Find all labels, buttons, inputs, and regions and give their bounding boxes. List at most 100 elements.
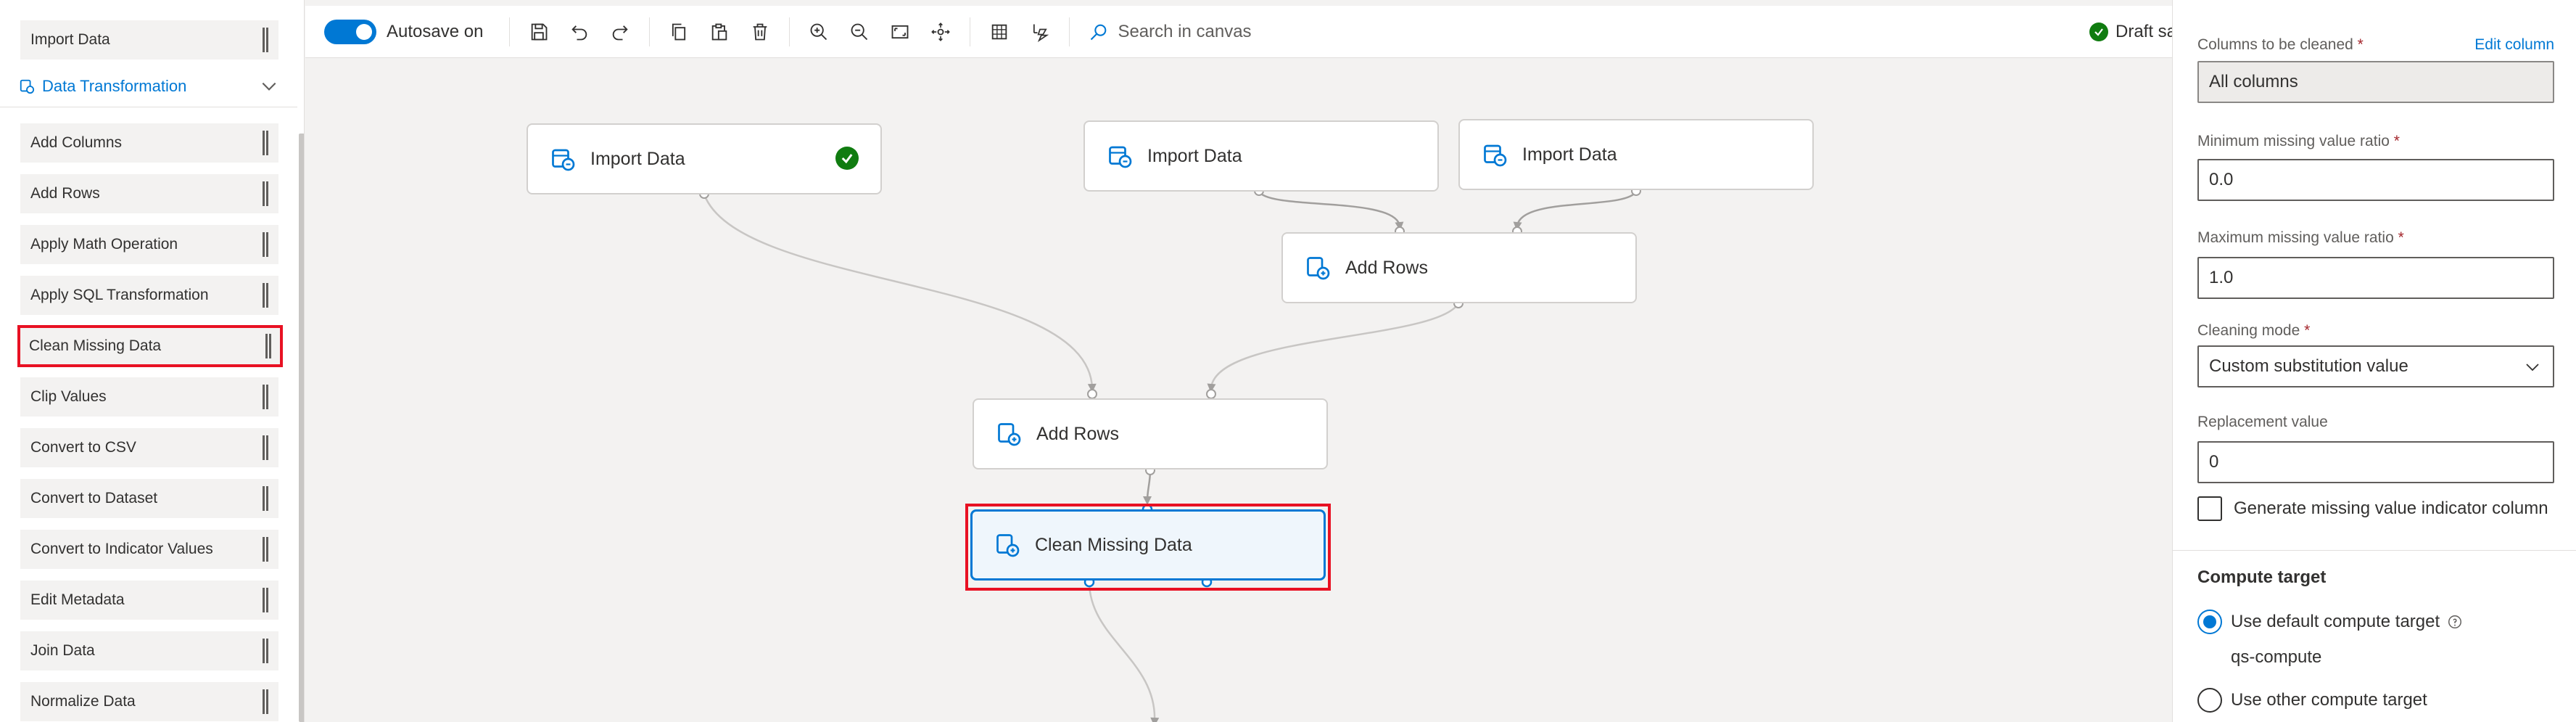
category-data-transformation[interactable]: Data Transformation xyxy=(0,65,297,107)
node-import-data-2[interactable]: Import Data xyxy=(1083,120,1439,192)
search-icon xyxy=(1091,24,1107,40)
drag-handle-icon[interactable] xyxy=(263,181,268,206)
dataset-module-icon xyxy=(1307,257,1330,280)
palette-item-convert-to-csv[interactable]: Convert to CSV xyxy=(20,428,278,467)
drag-handle-icon[interactable] xyxy=(263,28,268,52)
draft-status: Draft sa xyxy=(2089,6,2176,58)
drag-handle-icon[interactable] xyxy=(263,588,268,612)
node-label: Import Data xyxy=(1522,144,1617,165)
delete-button[interactable] xyxy=(746,17,775,46)
drag-handle-icon[interactable] xyxy=(263,486,268,511)
palette-item-convert-to-dataset[interactable]: Convert to Dataset xyxy=(20,479,278,518)
save-button[interactable] xyxy=(524,17,553,46)
chevron-down-icon[interactable] xyxy=(260,77,278,96)
drag-handle-icon[interactable] xyxy=(263,232,268,257)
max-ratio-label: Maximum missing value ratio * xyxy=(2197,229,2404,246)
zoom-out-button[interactable] xyxy=(845,17,874,46)
drag-handle-icon[interactable] xyxy=(263,639,268,663)
drag-handle-icon[interactable] xyxy=(263,435,268,460)
toolbar-divider xyxy=(1069,17,1070,46)
cleaning-mode-label: Cleaning mode * xyxy=(2197,322,2311,339)
paste-icon xyxy=(712,23,727,40)
palette-item-clip-values[interactable]: Clip Values xyxy=(20,377,278,417)
compute-target-title: Compute target xyxy=(2197,567,2327,587)
palette-item-edit-metadata[interactable]: Edit Metadata xyxy=(20,581,278,620)
copy-button[interactable] xyxy=(664,17,693,46)
canvas-toolbar: Autosave on Search in canvas Draft sa xyxy=(305,6,2176,58)
check-circle-icon xyxy=(835,147,859,170)
palette-item-import-data[interactable]: Import Data xyxy=(20,20,278,60)
drag-handle-icon[interactable] xyxy=(263,283,268,308)
copy-icon xyxy=(672,23,686,40)
pan-button[interactable] xyxy=(926,17,955,46)
auto-layout-icon xyxy=(1033,24,1049,42)
pipeline-canvas[interactable]: Import Data Import Data Import Data Add … xyxy=(305,58,2172,722)
palette-item-label: Convert to Dataset xyxy=(30,490,158,506)
palette-item-add-columns[interactable]: Add Columns xyxy=(20,123,278,163)
palette-item-label: Apply SQL Transformation xyxy=(30,287,209,303)
default-compute-label: Use default compute target xyxy=(2231,612,2440,631)
node-import-data-1[interactable]: Import Data xyxy=(527,123,882,194)
columns-label: Columns to be cleaned * xyxy=(2197,36,2364,53)
auto-layout-button[interactable] xyxy=(1025,17,1054,46)
fit-to-screen-button[interactable] xyxy=(886,17,915,46)
other-compute-option[interactable]: Use other compute target xyxy=(2197,688,2427,713)
palette-item-label: Clean Missing Data xyxy=(29,337,162,354)
node-clean-missing-data[interactable]: Clean Missing Data xyxy=(970,509,1326,581)
edit-column-link[interactable]: Edit column xyxy=(2474,36,2554,54)
section-divider xyxy=(2173,550,2576,551)
pan-icon xyxy=(931,22,951,41)
drag-handle-icon[interactable] xyxy=(263,385,268,409)
grid-button[interactable] xyxy=(985,17,1014,46)
edge-clean-downstream xyxy=(1088,581,1160,722)
drag-handle-icon[interactable] xyxy=(263,131,268,155)
drag-handle-icon[interactable] xyxy=(263,537,268,562)
drag-handle-icon[interactable] xyxy=(265,334,271,358)
node-add-rows-2[interactable]: Add Rows xyxy=(973,398,1328,469)
default-compute-option[interactable]: Use default compute target xyxy=(2197,610,2463,634)
edge-import2-addrows1 xyxy=(1258,191,1404,231)
default-compute-radio[interactable] xyxy=(2197,610,2222,634)
info-icon[interactable] xyxy=(2447,614,2463,630)
drag-handle-icon[interactable] xyxy=(263,689,268,714)
indicator-column-option[interactable]: Generate missing value indicator column xyxy=(2197,496,2548,521)
palette-item-clean-missing-data[interactable]: Clean Missing Data xyxy=(17,325,283,367)
zoom-in-button[interactable] xyxy=(804,17,833,46)
check-circle-icon xyxy=(2089,22,2108,41)
indicator-checkbox[interactable] xyxy=(2197,496,2222,521)
palette-scrollbar[interactable] xyxy=(299,134,304,722)
replacement-input[interactable]: 0 xyxy=(2197,441,2554,483)
palette-item-convert-to-indicator-values[interactable]: Convert to Indicator Values xyxy=(20,530,278,569)
min-ratio-label: Minimum missing value ratio * xyxy=(2197,133,2400,149)
columns-field: All columns xyxy=(2197,61,2554,103)
cleaning-mode-select[interactable]: Custom substitution value xyxy=(2197,345,2554,387)
edge-import1-addrows2 xyxy=(703,194,1097,393)
canvas-search[interactable]: Search in canvas xyxy=(1089,22,1252,42)
palette-item-normalize-data[interactable]: Normalize Data xyxy=(20,682,278,721)
category-label: Data Transformation xyxy=(42,76,187,95)
autosave-label: Autosave on xyxy=(387,21,484,41)
node-import-data-3[interactable]: Import Data xyxy=(1458,119,1814,190)
palette-item-label: Clip Values xyxy=(30,388,107,405)
dataset-module-icon xyxy=(1109,146,1132,168)
node-add-rows-1[interactable]: Add Rows xyxy=(1281,232,1637,303)
save-icon xyxy=(532,23,548,40)
dataset-module-icon xyxy=(1484,144,1507,167)
search-input[interactable]: Search in canvas xyxy=(1118,22,1251,42)
palette-item-join-data[interactable]: Join Data xyxy=(20,631,278,670)
palette-item-apply-sql-transformation[interactable]: Apply SQL Transformation xyxy=(20,276,278,315)
cleaning-mode-value: Custom substitution value xyxy=(2209,356,2408,376)
min-ratio-input[interactable]: 0.0 xyxy=(2197,159,2554,201)
palette-item-add-rows[interactable]: Add Rows xyxy=(20,174,278,213)
paste-button[interactable] xyxy=(705,17,734,46)
redo-button[interactable] xyxy=(606,17,635,46)
max-ratio-input[interactable]: 1.0 xyxy=(2197,257,2554,299)
undo-button[interactable] xyxy=(565,17,594,46)
other-compute-radio[interactable] xyxy=(2197,688,2222,713)
min-ratio-value: 0.0 xyxy=(2209,170,2234,189)
palette-item-apply-math-operation[interactable]: Apply Math Operation xyxy=(20,225,278,264)
grid-icon xyxy=(992,24,1007,39)
delete-icon xyxy=(754,23,767,40)
autosave-toggle[interactable] xyxy=(324,19,376,44)
palette-item-label: Convert to CSV xyxy=(30,439,136,456)
